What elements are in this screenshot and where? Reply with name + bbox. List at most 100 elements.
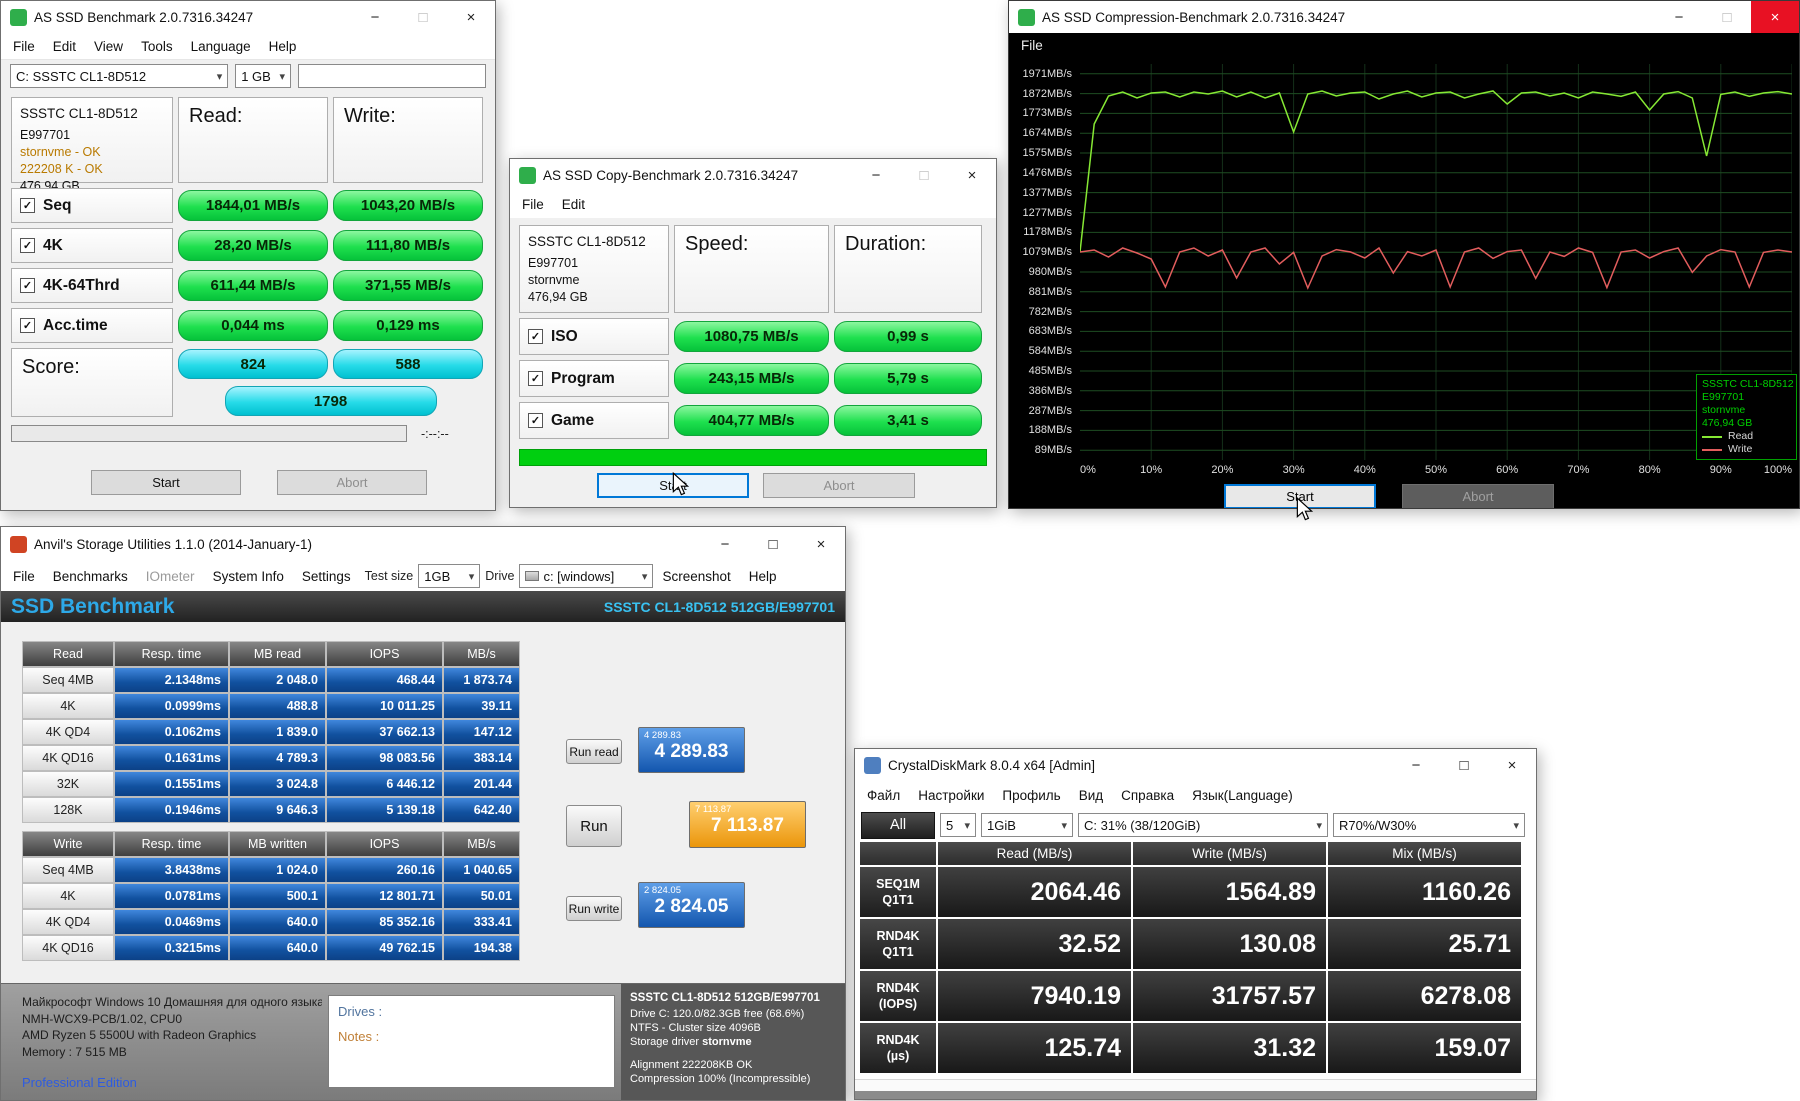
titlebar[interactable]: Anvil's Storage Utilities 1.1.0 (2014-Ja… [1,527,845,561]
abort-button[interactable]: Abort [1402,484,1554,509]
menu-file[interactable]: File [4,39,44,54]
toolbar-textbox[interactable] [298,64,486,88]
menu-benchmarks[interactable]: Benchmarks [44,569,137,584]
menu-iometer[interactable]: IOmeter [137,569,204,584]
close-icon[interactable]: × [1488,749,1536,781]
game-speed-value: 404,77 MB/s [674,405,829,436]
menu-file[interactable]: Файл [858,788,909,803]
menu-help[interactable]: Help [260,39,306,54]
close-icon[interactable]: × [948,159,996,191]
minimize-icon[interactable]: − [852,159,900,191]
read-score-small: 4 289.83 [639,728,744,741]
seq1m-q1t1-button[interactable]: SEQ1M Q1T1 [860,867,936,917]
chevron-down-icon: ▾ [211,70,223,83]
menu-settings[interactable]: Settings [293,569,360,584]
y-axis-tick-label: 1079MB/s [1022,246,1072,258]
menu-help[interactable]: Справка [1112,788,1183,803]
minimize-icon[interactable]: − [1655,1,1703,33]
maximize-icon[interactable]: □ [399,1,447,33]
read-score-box: 4 289.83 4 289.83 [638,727,745,773]
cell-value: 1 040.65 [443,857,520,883]
menu-edit[interactable]: Edit [553,197,594,212]
titlebar[interactable]: AS SSD Copy-Benchmark 2.0.7316.34247 − □… [510,159,996,191]
close-icon[interactable]: × [1751,1,1799,33]
test-size-value: 1 GB [241,69,271,84]
drive-select[interactable]: C: SSSTC CL1-8D512 ▾ [10,64,228,88]
test-size-select[interactable]: 1GiB ▾ [981,813,1073,837]
rnd4k-iops-read-value: 7940.19 [938,971,1131,1021]
test-count-select[interactable]: 5 ▾ [940,813,976,837]
checkbox-4k64thrd[interactable]: ✓ [20,278,35,293]
cell-value: 260.16 [326,857,443,883]
start-button[interactable]: Start [91,470,241,495]
maximize-icon[interactable]: □ [1703,1,1751,33]
test-size-select[interactable]: 1 GB ▾ [235,64,291,88]
menubar: Файл Настройки Профиль Вид Справка Язык(… [855,781,1536,809]
checkbox-game[interactable]: ✓ [528,413,543,428]
close-icon[interactable]: × [797,527,845,561]
drives-notes-box[interactable]: Drives : Notes : [328,995,615,1088]
rnd4k-latency-button[interactable]: RND4K (µs) [860,1023,936,1073]
y-axis-tick-label: 1773MB/s [1022,107,1072,119]
4k-read-value: 28,20 MB/s [178,230,328,261]
menu-file[interactable]: File [4,569,44,584]
cell-value: 201.44 [443,771,520,797]
menu-language[interactable]: Язык(Language) [1183,788,1302,803]
window-title: AS SSD Copy-Benchmark 2.0.7316.34247 [543,168,798,183]
write-results-table: Write Resp. time MB written IOPS MB/s Se… [22,831,520,961]
checkbox-seq[interactable]: ✓ [20,198,35,213]
menu-help[interactable]: Help [740,569,786,584]
column-header: Write [22,831,114,857]
menu-edit[interactable]: Edit [44,39,85,54]
all-button[interactable]: All [861,812,935,839]
test-size-select[interactable]: 1GB ▾ [418,564,480,588]
run-button[interactable]: Run [566,805,622,847]
checkbox-iso[interactable]: ✓ [528,329,543,344]
checkbox-acctime[interactable]: ✓ [20,318,35,333]
rnd4k-iops-button[interactable]: RND4K (IOPS) [860,971,936,1021]
maximize-icon[interactable]: □ [749,527,797,561]
menu-settings[interactable]: Настройки [909,788,993,803]
chevron-down-icon: ▾ [463,570,475,583]
y-axis-tick-label: 1971MB/s [1022,68,1072,80]
cell-value: 4 789.3 [229,745,326,771]
run-read-button[interactable]: Run read [566,739,622,764]
menu-file[interactable]: File [1012,38,1052,53]
menu-language[interactable]: Language [182,39,260,54]
titlebar[interactable]: AS SSD Benchmark 2.0.7316.34247 − □ × [1,1,495,33]
cell-value: 0.0469ms [114,909,229,935]
edition-link[interactable]: Professional Edition [22,1075,137,1090]
row-label-text: 4K [43,237,63,255]
menu-system-info[interactable]: System Info [204,569,293,584]
abort-button[interactable]: Abort [763,473,915,498]
maximize-icon[interactable]: □ [900,159,948,191]
menu-view[interactable]: View [85,39,132,54]
menu-file[interactable]: File [513,197,553,212]
minimize-icon[interactable]: − [1392,749,1440,781]
minimize-icon[interactable]: − [701,527,749,561]
menu-tools[interactable]: Tools [132,39,182,54]
close-icon[interactable]: × [447,1,495,33]
run-write-button[interactable]: Run write [566,896,622,921]
abort-button[interactable]: Abort [277,470,427,495]
cell-value: 1 873.74 [443,667,520,693]
checkbox-4k[interactable]: ✓ [20,238,35,253]
menu-screenshot[interactable]: Screenshot [653,569,739,584]
checkbox-program[interactable]: ✓ [528,371,543,386]
minimize-icon[interactable]: − [351,1,399,33]
cell-value: 9 646.3 [229,797,326,823]
titlebar[interactable]: CrystalDiskMark 8.0.4 x64 [Admin] − □ × [855,749,1536,781]
rnd4k-q1t1-button[interactable]: RND4K Q1T1 [860,919,936,969]
maximize-icon[interactable]: □ [1440,749,1488,781]
menu-view[interactable]: Вид [1070,788,1112,803]
titlebar[interactable]: AS SSD Compression-Benchmark 2.0.7316.34… [1009,1,1799,33]
menubar: File Edit View Tools Language Help [1,33,495,60]
drive-firmware: E997701 [528,255,660,272]
drive-model: SSSTC CL1-8D512 [528,233,660,250]
mix-ratio-select[interactable]: R70%/W30% ▾ [1333,813,1525,837]
target-drive-select[interactable]: C: 31% (38/120GiB) ▾ [1078,813,1328,837]
4k64thrd-write-value: 371,55 MB/s [333,270,483,301]
drive-select[interactable]: c: [windows] ▾ [519,564,653,588]
chevron-down-icon: ▾ [1055,819,1067,832]
menu-profile[interactable]: Профиль [993,788,1069,803]
